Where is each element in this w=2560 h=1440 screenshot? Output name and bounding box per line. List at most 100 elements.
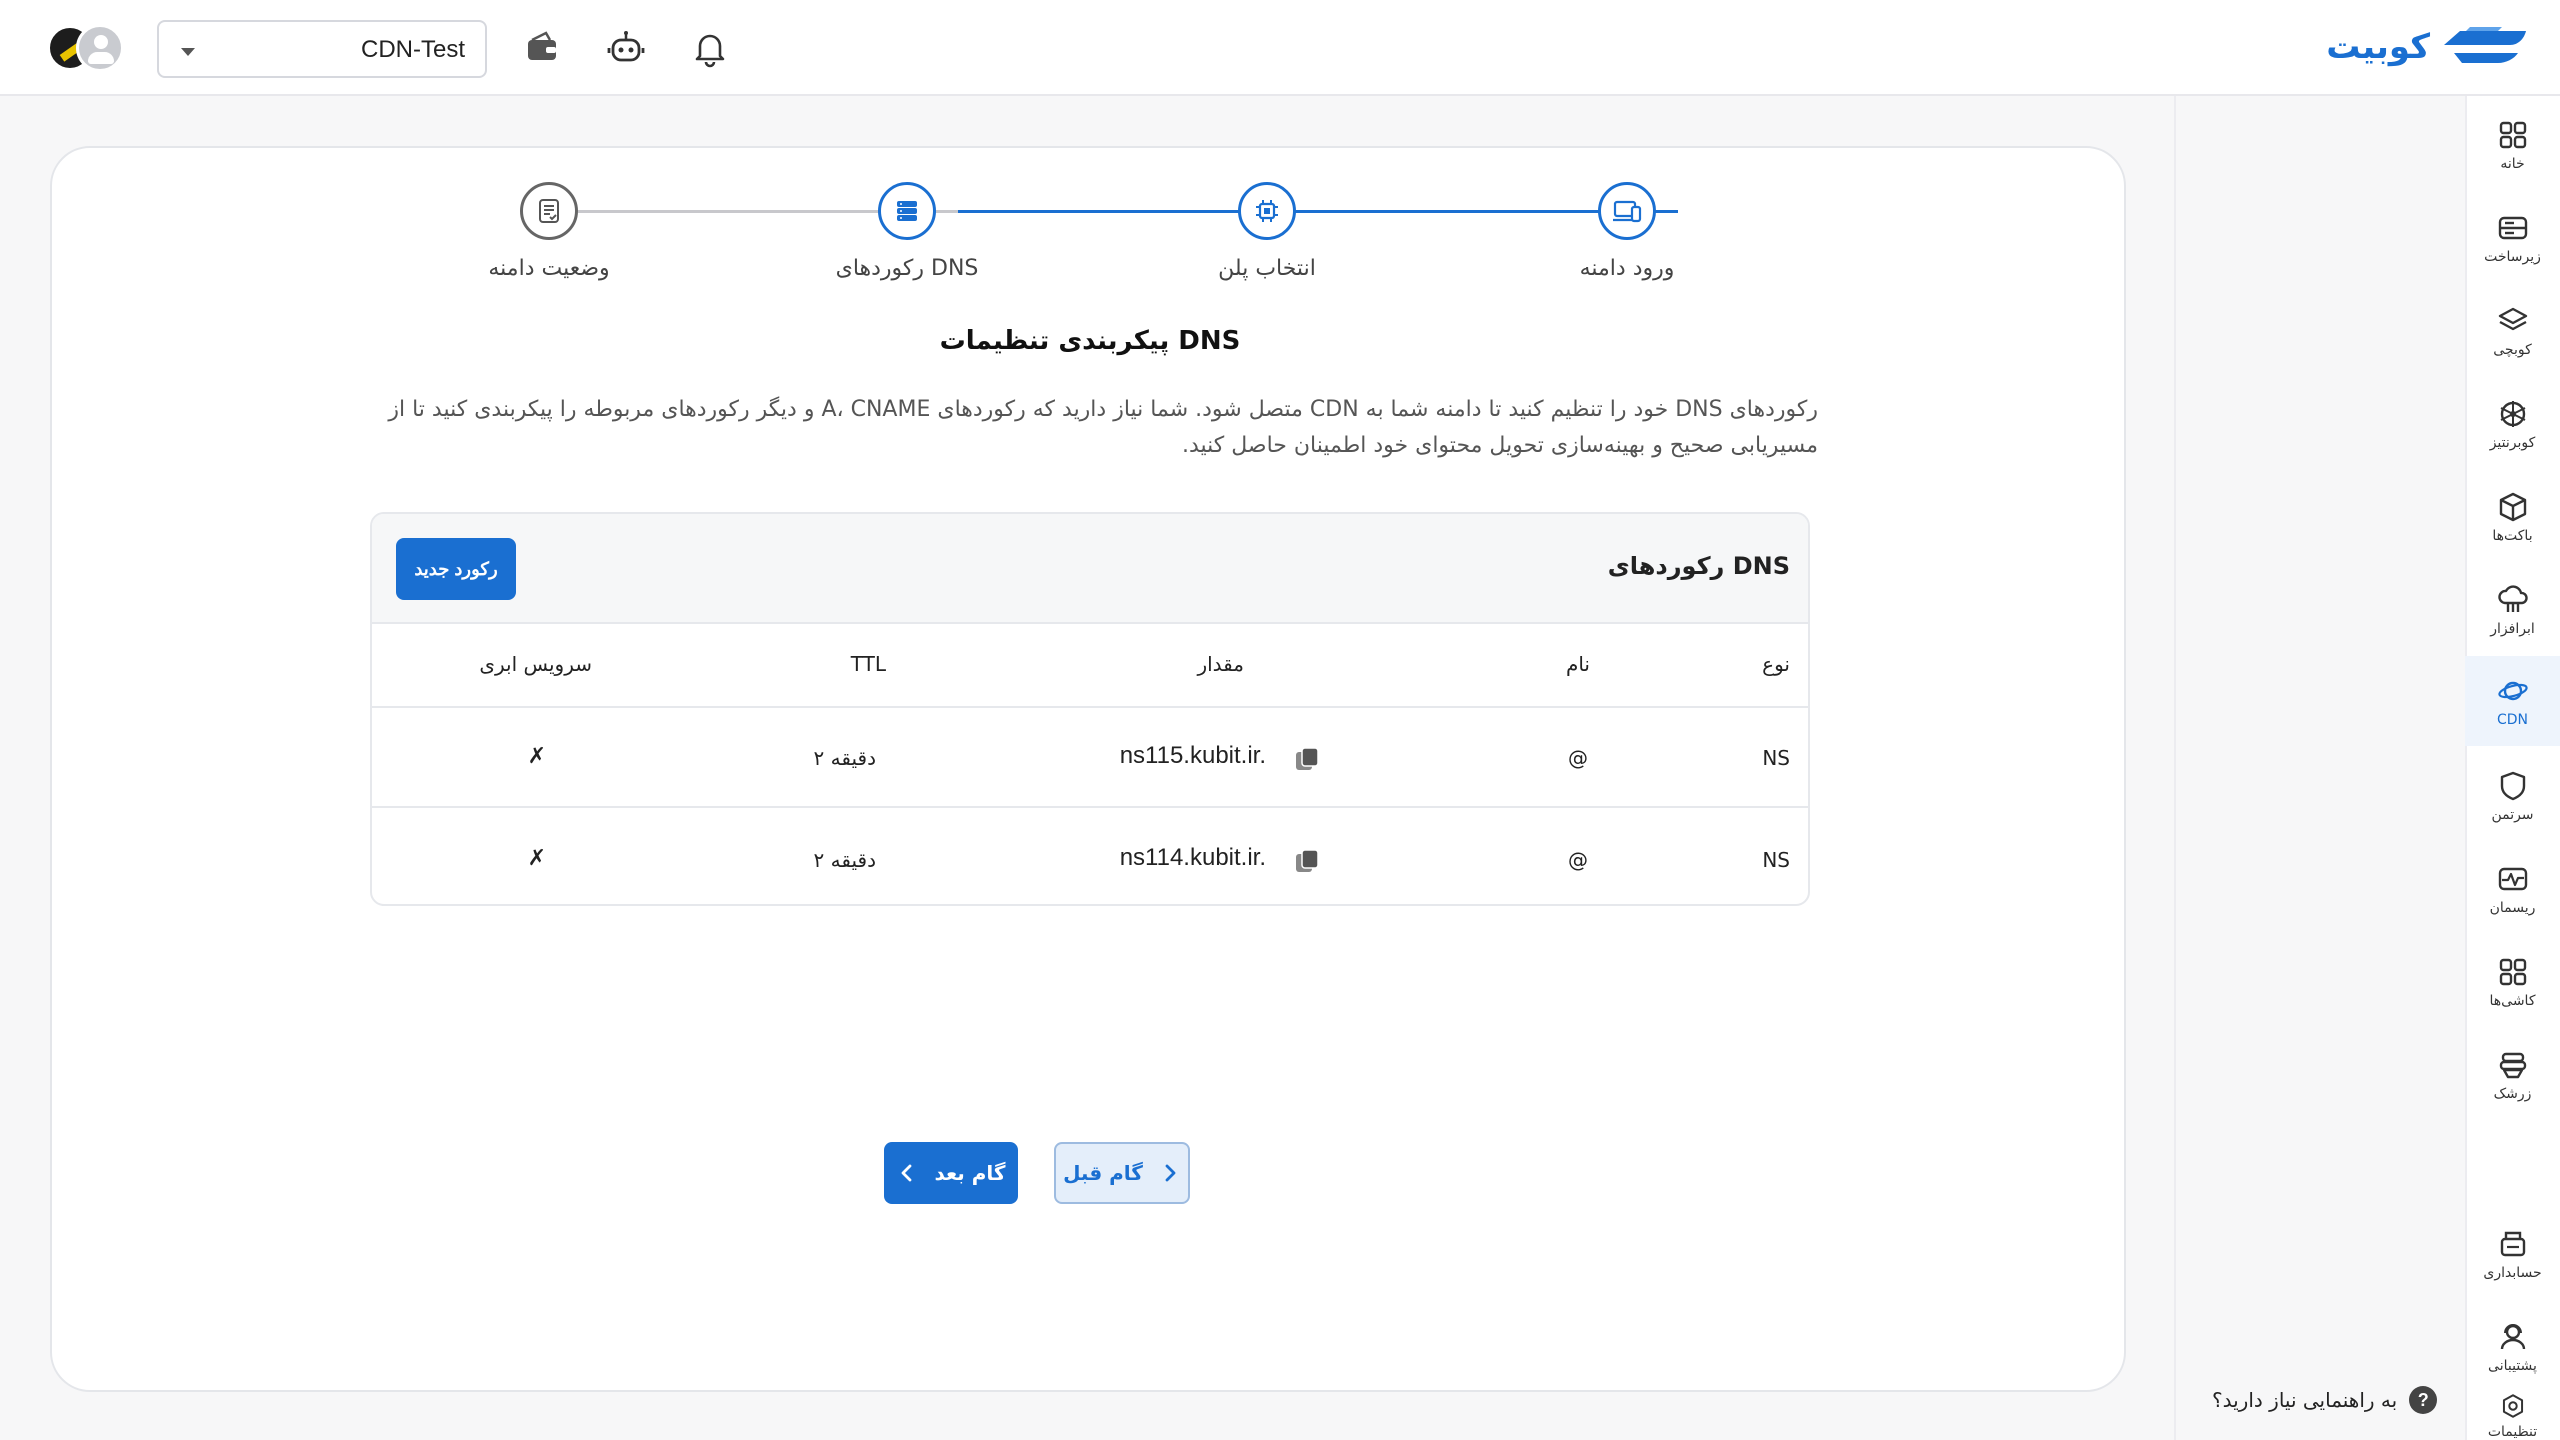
sidebar-item-cloud-app[interactable]: ابرافزار [2465, 565, 2560, 655]
sidebar-item-label: کاشی‌ها [2489, 993, 2536, 1009]
sidebar: خانه زیرساخت کوبچی کوبرنتیز باکت‌ها ابرا… [2465, 96, 2560, 1440]
table-title: رکوردهای DNS [1607, 552, 1790, 580]
sidebar-item-label: CDN [2496, 712, 2529, 728]
sidebar-item-infrastructure[interactable]: زیرساخت [2465, 193, 2560, 283]
sidebar-item-label: ابرافزار [2490, 621, 2535, 637]
table-row[interactable]: NS @ ns114.kubit.ir. ۲ دقیقه ✗ [372, 810, 1808, 904]
dns-records-table: رکوردهای DNS رکورد جدید نوع نام مقدار TT… [370, 512, 1810, 906]
tiles-icon [2499, 958, 2526, 986]
prev-step-label: گام قبل [1063, 1161, 1143, 1185]
sidebar-item-label: کوبچی [2493, 342, 2532, 358]
column-header-ttl: TTL [850, 652, 886, 676]
help-text: به راهنمایی نیاز دارید؟ [2212, 1388, 2398, 1412]
record-cloud-status: ✗ [527, 744, 546, 769]
bell-icon[interactable] [690, 28, 730, 68]
sidebar-item-tiles[interactable]: کاشی‌ها [2465, 937, 2560, 1027]
page-title: پیکربندی تنظیمات DNS [939, 326, 1241, 356]
document-list-icon [539, 199, 559, 223]
chevron-right-icon [1165, 1164, 1176, 1182]
step-label: ورود دامنه [1579, 256, 1675, 281]
record-value: ns114.kubit.ir. [1119, 844, 1266, 871]
main-card: وضعیت دامنه رکوردهای DNS انتخاب پلن ورود… [50, 146, 2126, 1392]
sidebar-item-label: زرشک [2493, 1086, 2532, 1102]
sidebar-item-kubchi[interactable]: کوبچی [2465, 286, 2560, 376]
record-ttl: ۲ دقیقه [813, 848, 876, 872]
page-description: رکوردهای DNS خود را تنظیم کنید تا دامنه … [388, 397, 1818, 458]
chip-icon [1256, 200, 1278, 222]
step-label: انتخاب پلن [1218, 256, 1316, 281]
cloud-app-icon [2497, 585, 2528, 612]
help-link[interactable]: ? به راهنمایی نیاز دارید؟ [2212, 1386, 2438, 1414]
accounting-icon [2500, 1231, 2525, 1257]
layers-icon [2498, 307, 2527, 331]
sidebar-item-home[interactable]: خانه [2465, 100, 2560, 190]
sidebar-item-label: پشتیبانی [2488, 1358, 2537, 1374]
settings-icon [2502, 1394, 2523, 1418]
sidebar-item-kubernetes[interactable]: کوبرنتیز [2465, 379, 2560, 469]
record-ttl: ۲ دقیقه [813, 746, 876, 770]
grid-icon [2499, 121, 2526, 149]
sidebar-item-settings[interactable]: تنظیمات [2465, 1392, 2560, 1440]
robot-icon[interactable] [606, 28, 646, 68]
user-avatar-group[interactable] [48, 24, 124, 74]
chevron-down-icon [181, 48, 195, 56]
sidebar-item-label: سرتمن [2491, 807, 2534, 823]
table-header-bar: رکوردهای DNS رکورد جدید [372, 514, 1808, 624]
column-header-cloud: سرویس ابری [479, 652, 592, 676]
sidebar-item-label: ریسمان [2489, 900, 2536, 916]
copy-icon[interactable] [1292, 744, 1322, 774]
step-plan [1238, 182, 1296, 240]
step-domain-entry [1598, 182, 1656, 240]
server-stack-icon [897, 201, 917, 221]
record-type: NS [1762, 848, 1790, 872]
pulse-icon [2498, 867, 2527, 891]
support-icon [2500, 1324, 2525, 1350]
step-label: رکوردهای DNS [835, 256, 979, 281]
sidebar-item-label: حسابداری [2483, 1265, 2542, 1281]
helm-icon [2500, 401, 2525, 427]
project-select-value: CDN-Test [360, 36, 465, 63]
ship-logo-icon [2440, 23, 2530, 71]
column-header-type: نوع [1762, 652, 1790, 676]
stepper: وضعیت دامنه رکوردهای DNS انتخاب پلن ورود… [52, 148, 2128, 288]
step-label: وضعیت دامنه [488, 256, 610, 281]
brand-logo[interactable]: کوبیت [2326, 22, 2530, 72]
shield-icon [2500, 771, 2525, 801]
brand-name: کوبیت [2326, 27, 2430, 67]
record-value: ns115.kubit.ir. [1119, 742, 1266, 769]
column-header-name: نام [1565, 652, 1590, 676]
sidebar-item-support[interactable]: پشتیبانی [2465, 1302, 2560, 1392]
box-icon [2499, 492, 2526, 522]
server-icon [2498, 216, 2527, 240]
sidebar-item-sartaman[interactable]: سرتمن [2465, 751, 2560, 841]
sidebar-item-cdn[interactable]: CDN [2465, 656, 2560, 746]
table-row[interactable]: NS @ ns115.kubit.ir. ۲ دقیقه ✗ [372, 708, 1808, 808]
table-column-headers: نوع نام مقدار TTL سرویس ابری [372, 624, 1808, 708]
wallet-icon[interactable] [522, 28, 562, 68]
record-cloud-status: ✗ [527, 846, 546, 871]
step-domain-status [520, 182, 578, 240]
project-select[interactable]: CDN-Test [157, 20, 487, 78]
next-step-button[interactable]: گام بعد [884, 1142, 1018, 1204]
record-type: NS [1762, 746, 1790, 770]
help-icon: ? [2409, 1386, 2438, 1414]
user-avatar-icon[interactable] [76, 24, 124, 72]
devices-icon [1613, 200, 1642, 223]
next-step-label: گام بعد [934, 1161, 1006, 1185]
sidebar-item-label: زیرساخت [2484, 249, 2541, 265]
panel-divider [2174, 96, 2176, 1440]
top-bar: CDN-Test کوبیت [0, 0, 2560, 96]
sidebar-item-buckets[interactable]: باکت‌ها [2465, 472, 2560, 562]
sidebar-item-label: کوبرنتیز [2489, 435, 2536, 451]
sidebar-item-accounting[interactable]: حسابداری [2465, 1209, 2560, 1299]
new-record-button[interactable]: رکورد جدید [396, 538, 516, 600]
sidebar-item-label: باکت‌ها [2492, 528, 2533, 544]
sidebar-item-zereshk[interactable]: زرشک [2465, 1030, 2560, 1120]
record-name: @ [1568, 746, 1588, 770]
sidebar-item-label: خانه [2500, 156, 2525, 172]
record-name: @ [1568, 848, 1588, 872]
copy-icon[interactable] [1292, 846, 1322, 876]
sidebar-item-risman[interactable]: ریسمان [2465, 844, 2560, 934]
sidebar-item-label: تنظیمات [2487, 1424, 2538, 1440]
prev-step-button[interactable]: گام قبل [1054, 1142, 1190, 1204]
